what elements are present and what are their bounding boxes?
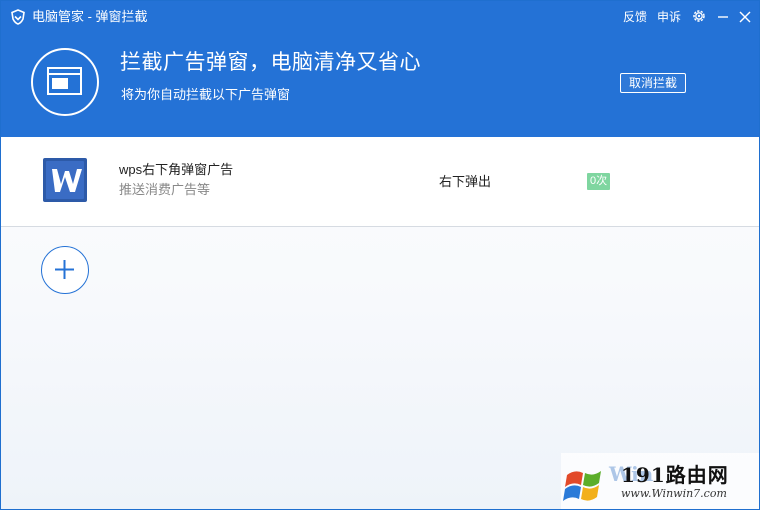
watermark-site: www.Winwin7.com: [621, 487, 727, 500]
window-title: 电脑管家 - 弹窗拦截: [32, 9, 148, 24]
item-description: 推送消费广告等: [119, 182, 211, 197]
plus-icon: [55, 260, 74, 279]
title-bar: 电脑管家 - 弹窗拦截 反馈 申诉: [1, 1, 759, 33]
wps-app-icon: [43, 158, 87, 202]
block-count-badge: 0次: [587, 173, 611, 190]
list-item: wps右下角弹窗广告 推送消费广告等 右下弹出 0次: [1, 137, 759, 227]
watermark-brand: 191路由网: [621, 463, 729, 487]
appeal-link[interactable]: 申诉: [657, 9, 681, 25]
item-name: wps右下角弹窗广告: [119, 162, 234, 177]
add-button[interactable]: [41, 246, 89, 294]
gear-icon[interactable]: [691, 8, 707, 24]
hero-title: 拦截广告弹窗，电脑清净又省心: [120, 51, 421, 74]
app-window: 电脑管家 - 弹窗拦截 反馈 申诉 拦截广告弹窗，电脑清净又省心 将为你自动拦截…: [0, 0, 760, 510]
minimize-icon[interactable]: [716, 9, 730, 25]
popup-window-icon: [31, 48, 99, 116]
watermark: Win 191路由网 www.Winwin7.com: [561, 449, 759, 509]
cancel-block-button[interactable]: 取消拦截: [620, 73, 686, 93]
item-popup-position: 右下弹出: [439, 174, 492, 189]
header-banner: 电脑管家 - 弹窗拦截 反馈 申诉 拦截广告弹窗，电脑清净又省心 将为你自动拦截…: [1, 1, 759, 137]
close-icon[interactable]: [738, 9, 752, 25]
shield-logo-icon: [11, 9, 25, 25]
feedback-link[interactable]: 反馈: [623, 9, 647, 25]
hero-subtitle: 将为你自动拦截以下广告弹窗: [121, 87, 291, 102]
